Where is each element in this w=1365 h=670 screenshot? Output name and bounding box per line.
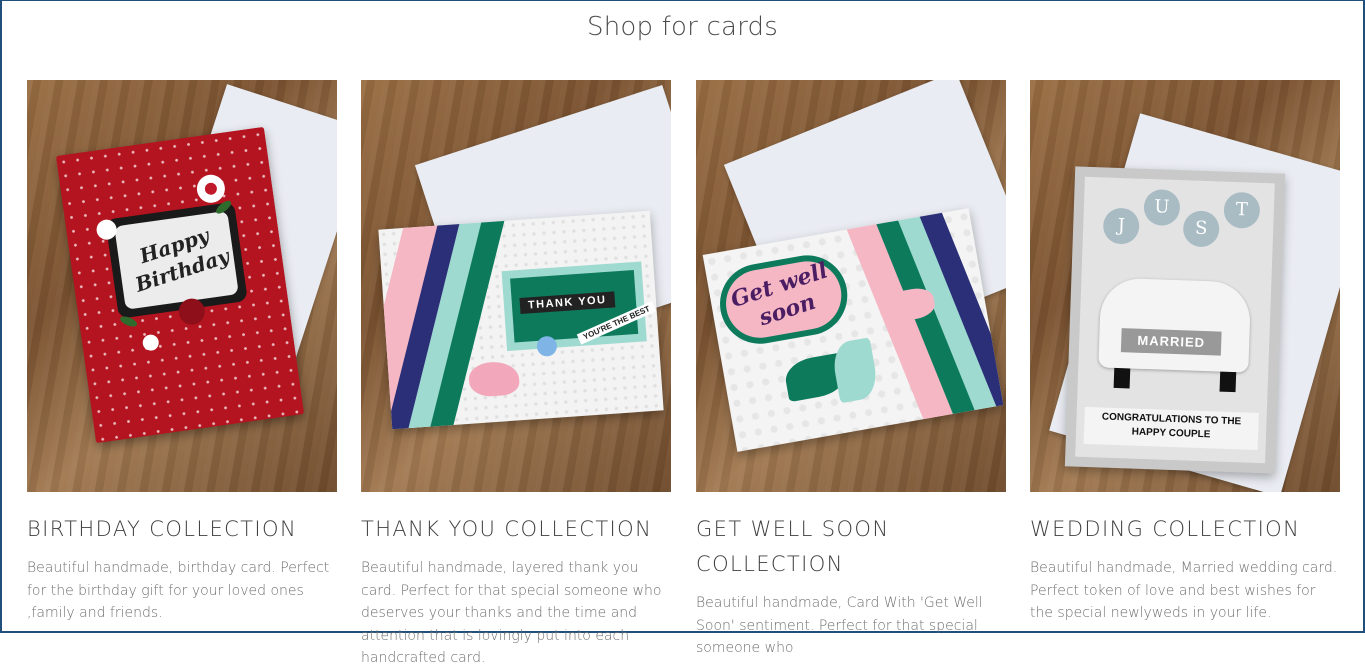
collection-description: Beautiful handmade, birthday card. Perfe… — [27, 560, 330, 621]
butterfly-icon — [830, 337, 880, 404]
product-card-wedding: J U S T MARRIED CONGRATULATIONS TO THE H… — [1030, 80, 1340, 640]
wheel-icon — [1219, 371, 1237, 393]
section-title: Shop for cards — [587, 12, 778, 42]
thank-you-card: THANK YOU YOU'RE THE BEST — [378, 210, 664, 430]
wheel-icon — [1113, 367, 1131, 389]
collection-description: Beautiful handmade, Married wedding card… — [1030, 560, 1338, 621]
wedding-card: J U S T MARRIED CONGRATULATIONS TO THE H… — [1064, 166, 1286, 474]
leaf-icon — [118, 314, 139, 329]
birthday-card-image[interactable]: Happy Birthday — [27, 80, 337, 492]
birthday-card: Happy Birthday — [55, 126, 305, 444]
collection-description: Beautiful handmade, layered thank you ca… — [361, 560, 662, 666]
collection-description: Beautiful handmade, Card With 'Get Well … — [696, 595, 983, 656]
collection-title[interactable]: WEDDING COLLECTION — [1030, 512, 1340, 547]
flower-icon — [536, 335, 558, 357]
flower-icon — [141, 333, 160, 352]
collection-title[interactable]: BIRTHDAY COLLECTION — [27, 512, 337, 547]
product-card-birthday: Happy Birthday BIRTHDAY COLLECTION Beaut… — [27, 80, 337, 640]
wedding-card-image[interactable]: J U S T MARRIED CONGRATULATIONS TO THE H… — [1030, 80, 1340, 492]
get-well-soon-card-image[interactable]: Get well soon — [696, 80, 1006, 492]
product-card-get-well-soon: Get well soon GET WELL SOON COLLECTION B… — [696, 80, 1006, 656]
congratulations-text: CONGRATULATIONS TO THE HAPPY COUPLE — [1083, 406, 1259, 450]
collection-title[interactable]: GET WELL SOON COLLECTION — [696, 512, 1006, 582]
car-icon — [1098, 277, 1252, 373]
collection-title[interactable]: THANK YOU COLLECTION — [361, 512, 671, 547]
married-plate-text: MARRIED — [1120, 328, 1222, 356]
product-card-thank-you: THANK YOU YOU'RE THE BEST THANK YOU COLL… — [361, 80, 671, 666]
thank-you-card-image[interactable]: THANK YOU YOU'RE THE BEST — [361, 80, 671, 492]
bird-icon — [467, 360, 521, 398]
